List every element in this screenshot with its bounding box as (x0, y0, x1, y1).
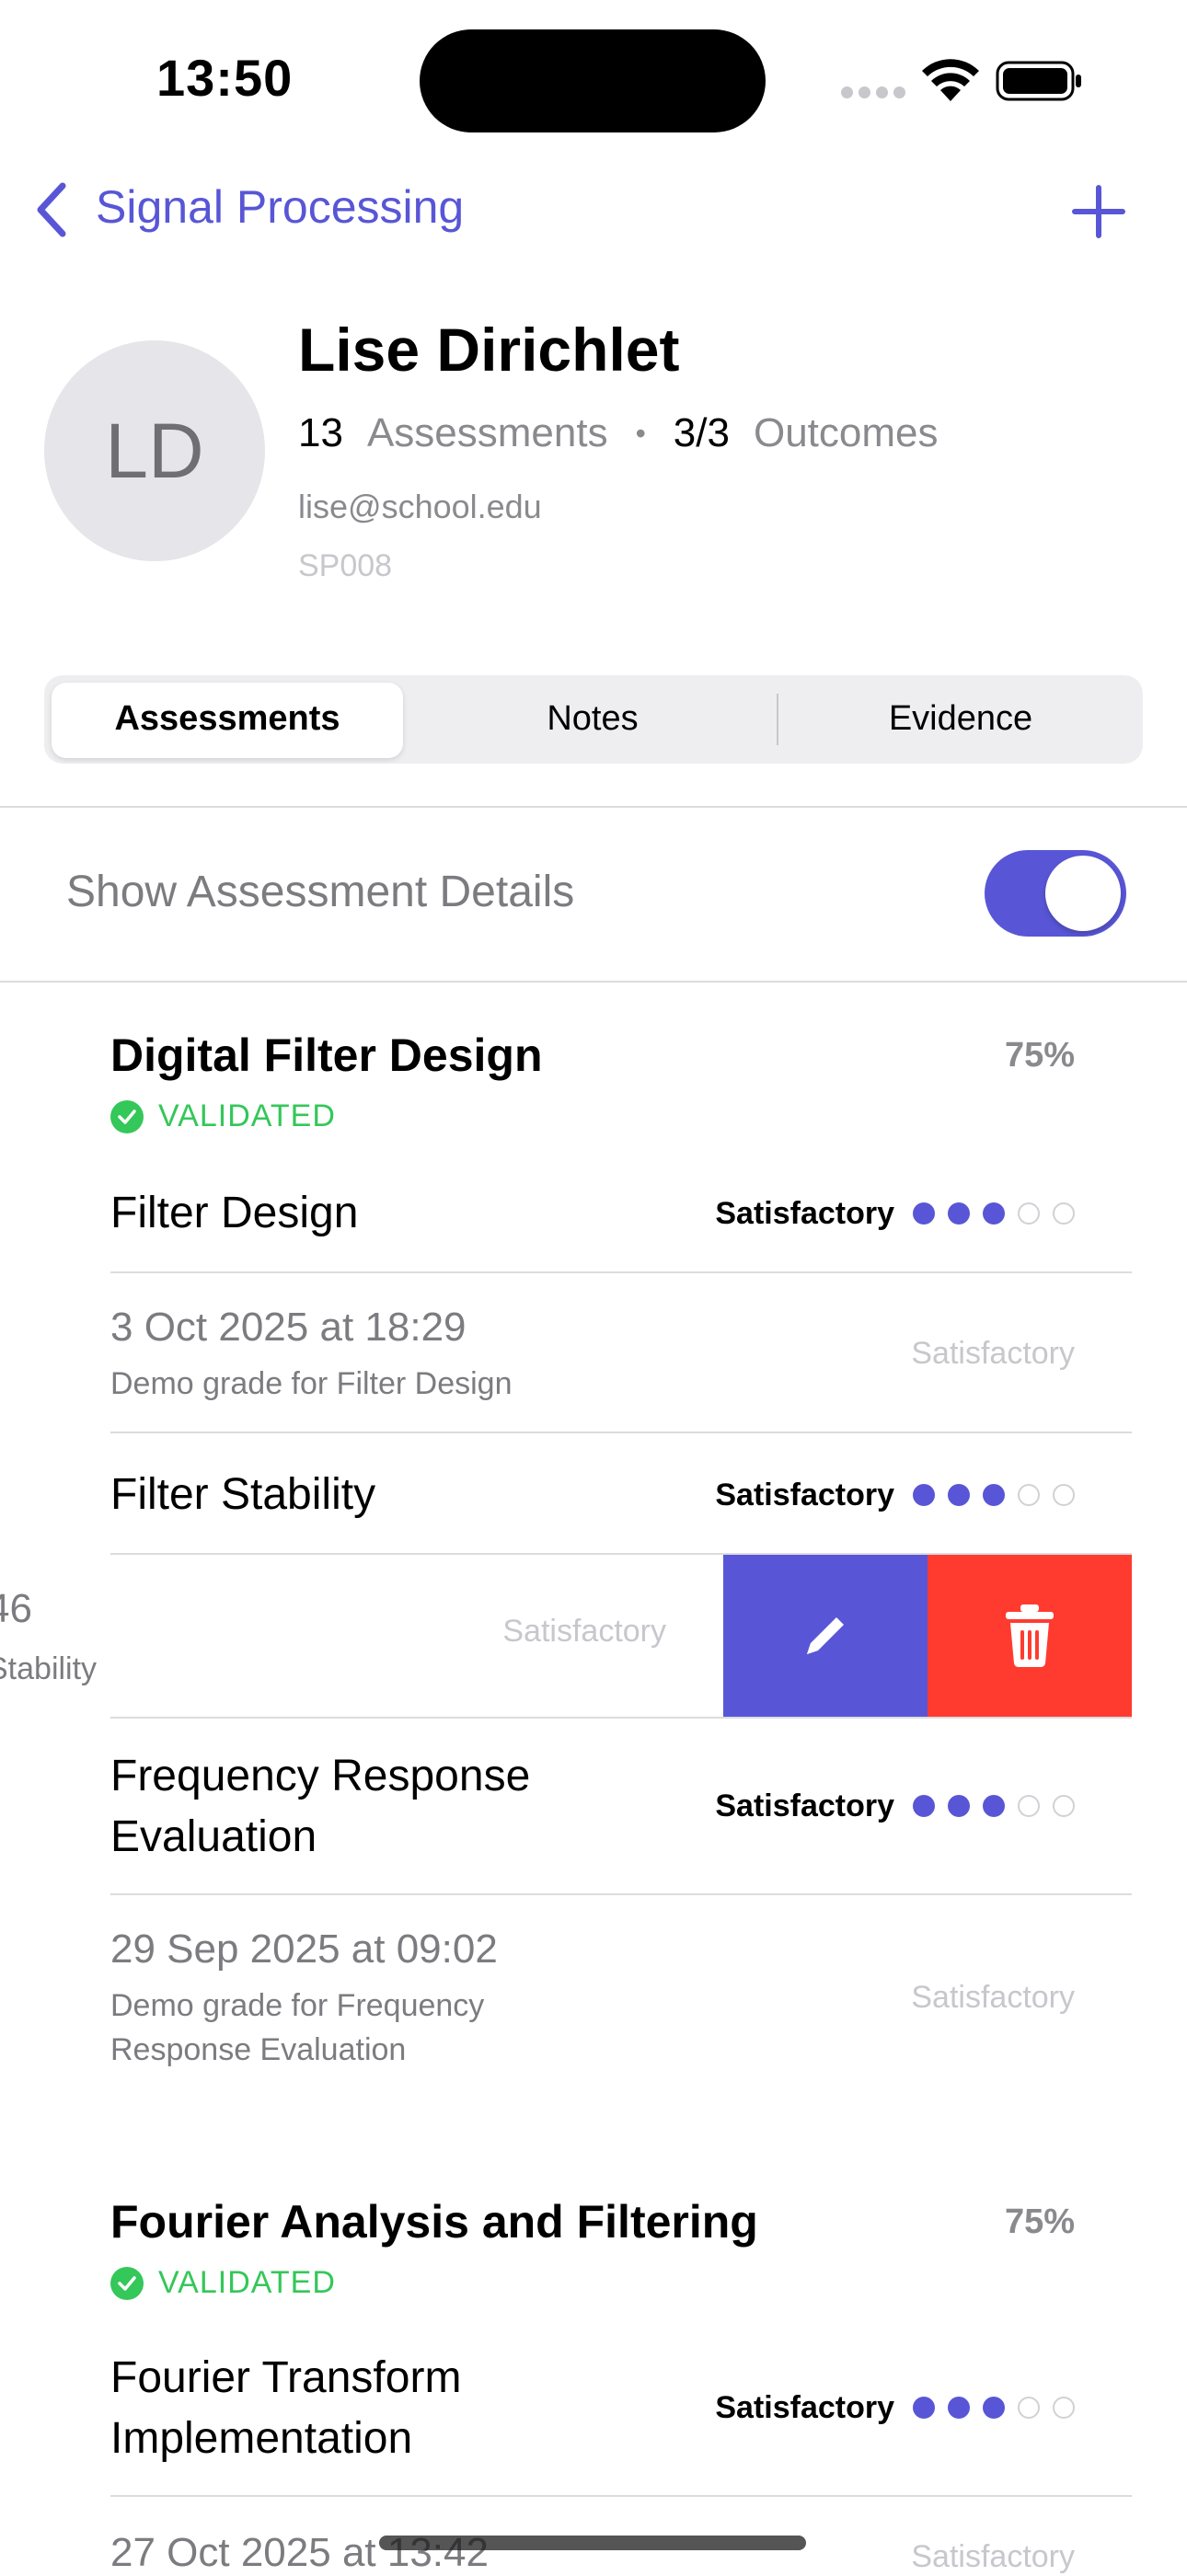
tab-assessments[interactable]: Assessments (52, 699, 403, 739)
grade-dot-filled (983, 1795, 1005, 1817)
divider (110, 1432, 1132, 1433)
criterion-name-line: Implementation (110, 2414, 413, 2463)
entry-note: Demo grade for Filter Design (110, 1366, 513, 1401)
grade-dot-empty (1053, 2397, 1075, 2419)
grade-level-dots (913, 2397, 1075, 2419)
grade-level-dots (913, 1202, 1075, 1225)
divider (110, 1271, 1132, 1273)
validated-label: VALIDATED (158, 2265, 336, 2300)
entry-date: 46 (0, 1586, 32, 1631)
section-percent: 75% (1004, 2202, 1075, 2241)
grade-dot-empty (1053, 1202, 1075, 1225)
tab-evidence[interactable]: Evidence (778, 699, 1143, 739)
outcomes-count: 3/3 (673, 410, 730, 455)
swiped-entry-row[interactable]: 46 Stability Satisfactory (0, 1555, 723, 1717)
toggle-knob (1045, 856, 1121, 931)
battery-icon (996, 61, 1081, 101)
stats-separator: • (635, 416, 646, 450)
grade-dot-filled (913, 2397, 935, 2419)
entry-date: 3 Oct 2025 at 18:29 (110, 1305, 467, 1350)
grade-dot-empty (1018, 1484, 1040, 1506)
grade-dot-filled (913, 1202, 935, 1225)
checkmark-circle-icon (110, 2266, 144, 2300)
entry-grade: Satisfactory (911, 1980, 1075, 2015)
criterion-name[interactable]: Filter Design (110, 1183, 358, 1244)
stats-row: 13 Assessments • 3/3 Outcomes (298, 410, 938, 456)
entry-note: Demo grade for Frequency Response Evalua… (110, 1984, 484, 2072)
plus-icon[interactable] (1069, 182, 1128, 241)
grade-dot-empty (1053, 1795, 1075, 1817)
criterion-name[interactable]: Fourier Transform Implementation (110, 2348, 461, 2469)
cellular-signal-icon (841, 86, 911, 103)
validated-badge: VALIDATED (110, 2265, 336, 2301)
grade-dot-empty (1018, 2397, 1040, 2419)
grade-dot-filled (983, 1484, 1005, 1506)
entry-grade: Satisfactory (911, 2539, 1075, 2574)
student-name: Lise Dirichlet (298, 316, 680, 384)
entry-date: 29 Sep 2025 at 09:02 (110, 1926, 498, 1972)
status-time: 13:50 (156, 49, 294, 107)
trash-icon (1006, 1604, 1054, 1667)
criterion-name[interactable]: Frequency Response Evaluation (110, 1746, 530, 1868)
show-details-label: Show Assessment Details (66, 868, 575, 916)
criterion-name-line: Frequency Response (110, 1752, 531, 1800)
divider (110, 1893, 1132, 1895)
divider (110, 2495, 1132, 2497)
delete-button[interactable] (928, 1555, 1132, 1717)
grade-label: Satisfactory (715, 1788, 894, 1823)
checkmark-circle-icon (110, 1099, 144, 1133)
chevron-left-icon[interactable] (31, 180, 72, 239)
outcomes-label: Outcomes (753, 410, 939, 455)
grade-dot-filled (948, 2397, 970, 2419)
divider (0, 981, 1187, 983)
grade-dot-filled (913, 1795, 935, 1817)
entry-note-line: Demo grade for Frequency (110, 1988, 485, 2023)
student-email: lise@school.edu (298, 488, 542, 525)
grade-dot-filled (948, 1202, 970, 1225)
nav-back-label[interactable]: Signal Processing (96, 180, 464, 234)
divider (110, 1717, 1132, 1719)
grade-label: Satisfactory (715, 2390, 894, 2425)
grade-dot-filled (983, 2397, 1005, 2419)
student-id: SP008 (298, 548, 393, 583)
section-percent: 75% (1004, 1036, 1075, 1075)
entry-grade: Satisfactory (502, 1614, 666, 1649)
grade-dot-filled (948, 1795, 970, 1817)
entry-grade: Satisfactory (911, 1336, 1075, 1371)
section-title: Digital Filter Design (110, 1029, 543, 1081)
divider (0, 806, 1187, 808)
criterion-name-line: Fourier Transform (110, 2353, 462, 2402)
avatar: LD (44, 340, 265, 561)
validated-label: VALIDATED (158, 1098, 336, 1133)
show-details-toggle[interactable] (985, 850, 1126, 937)
assessments-label: Assessments (366, 410, 608, 455)
home-indicator (379, 2536, 806, 2550)
grade-label: Satisfactory (715, 1196, 894, 1231)
grade-dot-empty (1053, 1484, 1075, 1506)
entry-note: Stability (0, 1651, 98, 1686)
grade-level-dots (913, 1484, 1075, 1506)
assessments-count: 13 (298, 410, 343, 455)
dynamic-island (420, 29, 766, 132)
validated-badge: VALIDATED (110, 1098, 336, 1134)
grade-dot-filled (983, 1202, 1005, 1225)
entry-note-line: Response Evaluation (110, 2032, 407, 2067)
section-title: Fourier Analysis and Filtering (110, 2196, 758, 2248)
grade-dot-empty (1018, 1795, 1040, 1817)
tab-notes[interactable]: Notes (410, 699, 775, 739)
edit-button[interactable] (723, 1555, 928, 1717)
grade-dot-filled (948, 1484, 970, 1506)
pencil-icon (807, 1617, 844, 1654)
grade-dot-empty (1018, 1202, 1040, 1225)
grade-label: Satisfactory (715, 1478, 894, 1512)
grade-dot-filled (913, 1484, 935, 1506)
grade-level-dots (913, 1795, 1075, 1817)
criterion-name-line: Evaluation (110, 1812, 317, 1861)
wifi-icon (922, 59, 979, 101)
criterion-name[interactable]: Filter Stability (110, 1465, 375, 1525)
